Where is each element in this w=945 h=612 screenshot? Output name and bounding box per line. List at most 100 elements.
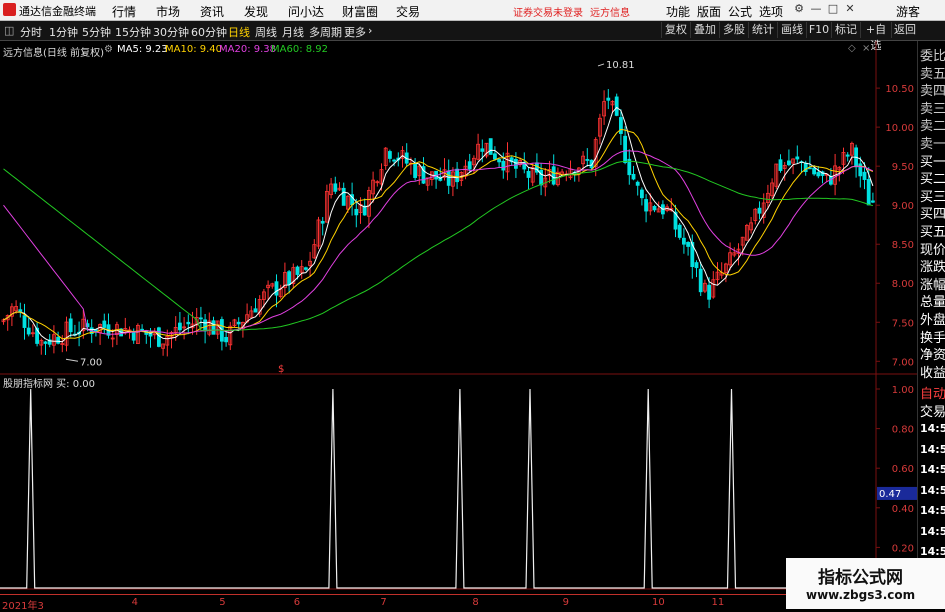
panel-toggle-icon[interactable]: ◫ bbox=[4, 24, 14, 37]
stats-button[interactable]: 统计 bbox=[748, 22, 777, 38]
diamond-icon[interactable]: ◇ bbox=[848, 43, 856, 54]
candle-body bbox=[866, 179, 871, 206]
tick-time: 14:56 bbox=[920, 422, 945, 435]
candle-body bbox=[354, 208, 359, 216]
period-tab-intraday[interactable]: 分时 bbox=[20, 24, 42, 40]
period-tab-daily[interactable]: 日线 bbox=[228, 24, 250, 40]
time-label: 4 bbox=[131, 597, 139, 608]
candle-body bbox=[501, 160, 506, 171]
period-tab-15min[interactable]: 15分钟 bbox=[115, 24, 151, 40]
menu-item-discover[interactable]: 发现 bbox=[244, 3, 268, 20]
sub-y-tick-label: 0.20 bbox=[892, 543, 914, 554]
y-tick-label: 10.00 bbox=[885, 123, 914, 134]
time-label: 11 bbox=[711, 597, 725, 608]
candle-body bbox=[640, 189, 644, 199]
tick-time: 14:56 bbox=[920, 483, 945, 497]
candle-body bbox=[198, 317, 203, 320]
login-notice[interactable]: 证券交易未登录 bbox=[513, 4, 583, 19]
quote-field-5: 卖一 bbox=[920, 137, 945, 152]
y-tick-label: 10.50 bbox=[885, 84, 914, 95]
candle-body bbox=[18, 309, 23, 312]
menu-item-formula[interactable]: 公式 bbox=[728, 3, 752, 20]
period-tab-60min[interactable]: 60分钟 bbox=[191, 24, 227, 40]
trade-mode-0[interactable]: 自动 bbox=[920, 383, 945, 402]
adjust-button[interactable]: 复权 bbox=[661, 22, 690, 38]
period-tab-monthly[interactable]: 月线 bbox=[282, 24, 304, 40]
multi-stock-button[interactable]: 多股 bbox=[719, 22, 748, 38]
quote-field-16: 换手 bbox=[920, 330, 945, 346]
candle-body bbox=[333, 183, 338, 192]
candle-body bbox=[585, 159, 590, 161]
candle-body bbox=[631, 173, 636, 180]
close-icon[interactable]: ✕ bbox=[843, 2, 857, 16]
menu-item-quotes[interactable]: 行情 bbox=[112, 3, 136, 20]
period-toolbar: ◫ 分时 1分钟 5分钟 15分钟 30分钟 60分钟 日线 周线 月线 多周期… bbox=[0, 21, 945, 52]
candle-body bbox=[177, 322, 182, 331]
candle-body bbox=[778, 159, 783, 171]
sub-y-tick-label: 1.00 bbox=[892, 385, 914, 396]
minimize-icon[interactable]: — bbox=[809, 2, 823, 16]
quote-field-17: 净资 bbox=[920, 348, 945, 364]
candle-body bbox=[22, 315, 27, 328]
candle-body bbox=[606, 97, 611, 101]
period-tab-multi[interactable]: 多周期 bbox=[309, 24, 342, 40]
candle-body bbox=[224, 336, 229, 343]
time-label: 9 bbox=[562, 597, 569, 608]
period-tab-more[interactable]: 更多 bbox=[344, 24, 366, 40]
menu-item-wealth[interactable]: 财富圈 bbox=[342, 3, 378, 20]
candle-body bbox=[320, 220, 325, 224]
y-tick-label: 9.50 bbox=[892, 162, 914, 173]
high-label: 10.81 bbox=[606, 60, 635, 71]
quote-field-11: 现价 bbox=[920, 242, 945, 258]
stock-name-notice: 远方信息 bbox=[590, 8, 630, 19]
f10-button[interactable]: F10 bbox=[806, 22, 831, 38]
low-pointer bbox=[65, 358, 79, 362]
time-label: 10 bbox=[651, 597, 665, 608]
mark-button[interactable]: 标记 bbox=[831, 22, 860, 38]
candle-body bbox=[303, 267, 308, 270]
quote-field-12: 涨跌 bbox=[920, 260, 945, 276]
menu-item-news[interactable]: 资讯 bbox=[200, 3, 224, 20]
trade-mode-1[interactable]: 交易 bbox=[920, 401, 945, 420]
candle-body bbox=[686, 241, 690, 247]
period-tab-1min[interactable]: 1分钟 bbox=[49, 24, 78, 40]
watermark-url: www.zbgs3.com bbox=[806, 588, 916, 602]
quote-field-13: 涨幅 bbox=[920, 277, 945, 293]
close-small-icon[interactable]: × bbox=[862, 43, 870, 54]
y-tick-label: 8.00 bbox=[892, 279, 914, 290]
period-tab-30min[interactable]: 30分钟 bbox=[153, 24, 189, 40]
candle-body bbox=[211, 320, 216, 335]
menu-item-market[interactable]: 市场 bbox=[156, 3, 180, 20]
quote-field-6: 买一 bbox=[920, 154, 945, 170]
candle-body bbox=[480, 148, 485, 152]
candle-body bbox=[694, 262, 699, 269]
period-tab-5min[interactable]: 5分钟 bbox=[82, 24, 111, 40]
menu-item-function[interactable]: 功能 bbox=[666, 3, 690, 20]
add-watchlist-button[interactable]: +自选 bbox=[860, 22, 891, 52]
tick-time: 14:56 bbox=[920, 545, 945, 558]
ma20-legend: MA20: 9.38 bbox=[219, 44, 277, 55]
chevron-right-icon[interactable]: › bbox=[368, 24, 372, 37]
watermark-title: 指标公式网 bbox=[818, 568, 903, 588]
menu-item-layout[interactable]: 版面 bbox=[697, 3, 721, 20]
menu-item-trade[interactable]: 交易 bbox=[396, 3, 420, 20]
back-button[interactable]: 返回 bbox=[891, 22, 918, 38]
candle-body bbox=[253, 308, 258, 313]
quote-field-3: 卖三 bbox=[920, 101, 945, 117]
candle-body bbox=[102, 320, 107, 328]
menu-item-ask[interactable]: 问小达 bbox=[288, 3, 324, 20]
candle-body bbox=[614, 96, 619, 116]
candle-body bbox=[682, 237, 686, 245]
period-tab-weekly[interactable]: 周线 bbox=[255, 24, 277, 40]
maximize-icon[interactable]: □ bbox=[826, 2, 840, 16]
kline-chart[interactable]: 10.50 10.00 9.50 9.00 8.50 8.00 7.50 7.00 1.00 0.… bbox=[0, 41, 917, 594]
overlay-button[interactable]: 叠加 bbox=[690, 22, 719, 38]
settings-icon[interactable]: ⚙ bbox=[792, 2, 806, 16]
candle-body bbox=[295, 266, 300, 275]
candle-body bbox=[387, 151, 392, 159]
menu-item-options[interactable]: 选项 bbox=[759, 3, 783, 20]
draw-button[interactable]: 画线 bbox=[777, 22, 806, 38]
y-tick-label: 8.50 bbox=[892, 240, 914, 251]
guest-label[interactable]: 游客 bbox=[896, 3, 920, 20]
settings-small-icon[interactable]: ⚙ bbox=[104, 44, 113, 55]
